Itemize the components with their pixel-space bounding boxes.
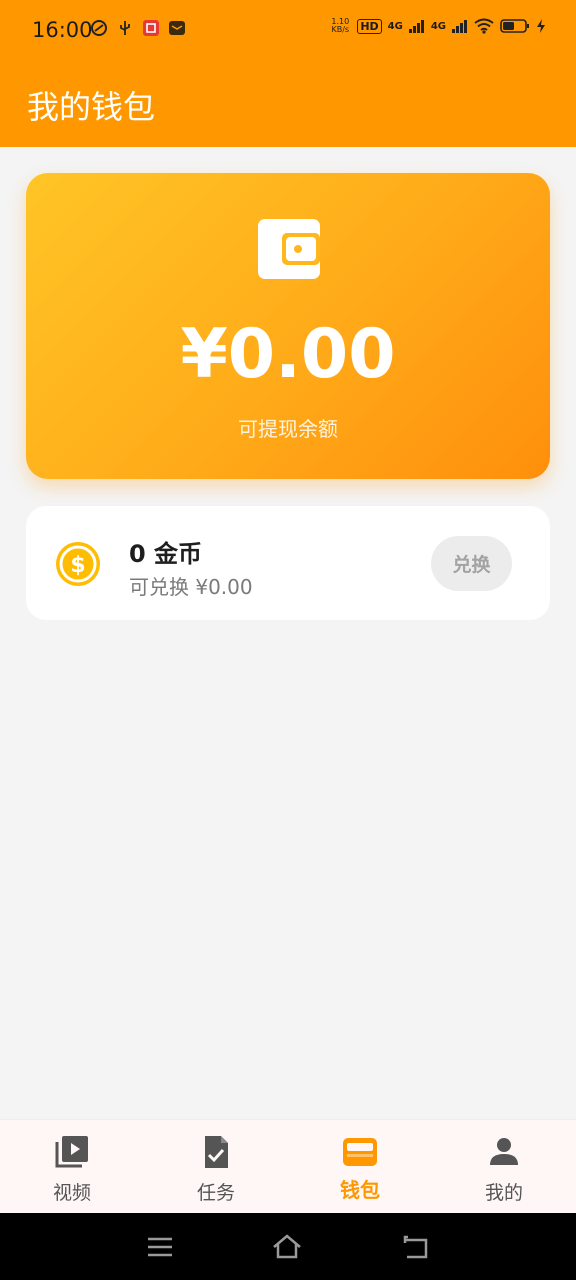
wallet-icon [343,1138,377,1166]
status-time: 16:00 [32,18,93,42]
status-bar: 16:00 1.10 KB/s HD 4G 4G [0,0,576,60]
task-check-icon [205,1136,228,1168]
nav-label: 我的 [484,1182,523,1204]
system-nav-bar [0,1213,576,1280]
nav-label: 钱包 [340,1178,380,1202]
home-icon[interactable] [272,1232,302,1262]
net-speed: 1.10 KB/s [331,17,350,34]
balance-amount: ¥0.00 [180,315,396,394]
app-badge-icon [143,20,159,36]
nav-label: 视频 [52,1182,91,1204]
status-system-icons: 1.10 KB/s HD 4G 4G [329,18,546,34]
video-library-icon [55,1136,88,1168]
signal1-type: 4G [387,20,403,32]
dollar-coin-icon: $ [56,542,100,586]
coin-count: 0 金币 [129,540,203,568]
charging-icon [537,19,545,33]
menu-icon[interactable] [145,1232,175,1262]
coin-exchange-value: 可兑换 ¥0.00 [129,575,253,599]
hd-badge: HD [357,18,382,34]
balance-card: ¥0.00 可提现余额 [26,173,550,479]
battery-icon [500,19,529,33]
status-notification-icons [90,19,186,37]
back-icon[interactable] [401,1232,431,1262]
signal-strength-icon [408,20,424,33]
app-header: 16:00 1.10 KB/s HD 4G 4G 我的钱包 [0,0,576,147]
balance-label: 可提现余额 [238,417,338,441]
person-icon [490,1138,518,1165]
nav-item-task[interactable]: 任务 [144,1120,288,1214]
mail-icon [169,21,185,35]
svg-text:$: $ [70,553,85,578]
nav-item-wallet[interactable]: 钱包 [288,1120,432,1214]
signal2-type: 4G [430,20,446,32]
nav-item-video[interactable]: 视频 [0,1120,144,1214]
nav-label: 任务 [196,1182,235,1204]
exchange-button[interactable]: 兑换 [431,536,512,591]
bottom-nav: 视频 任务 钱包 我的 [0,1119,576,1213]
usb-icon [120,21,130,35]
page-title: 我的钱包 [27,88,156,126]
coin-card: $ 0 金币 可兑换 ¥0.00 兑换 [26,506,550,620]
nav-item-mine[interactable]: 我的 [432,1120,576,1214]
wifi-icon [474,18,494,34]
app-notification-icon [91,20,107,36]
wallet-icon [258,219,320,279]
signal-strength-icon [452,20,467,33]
